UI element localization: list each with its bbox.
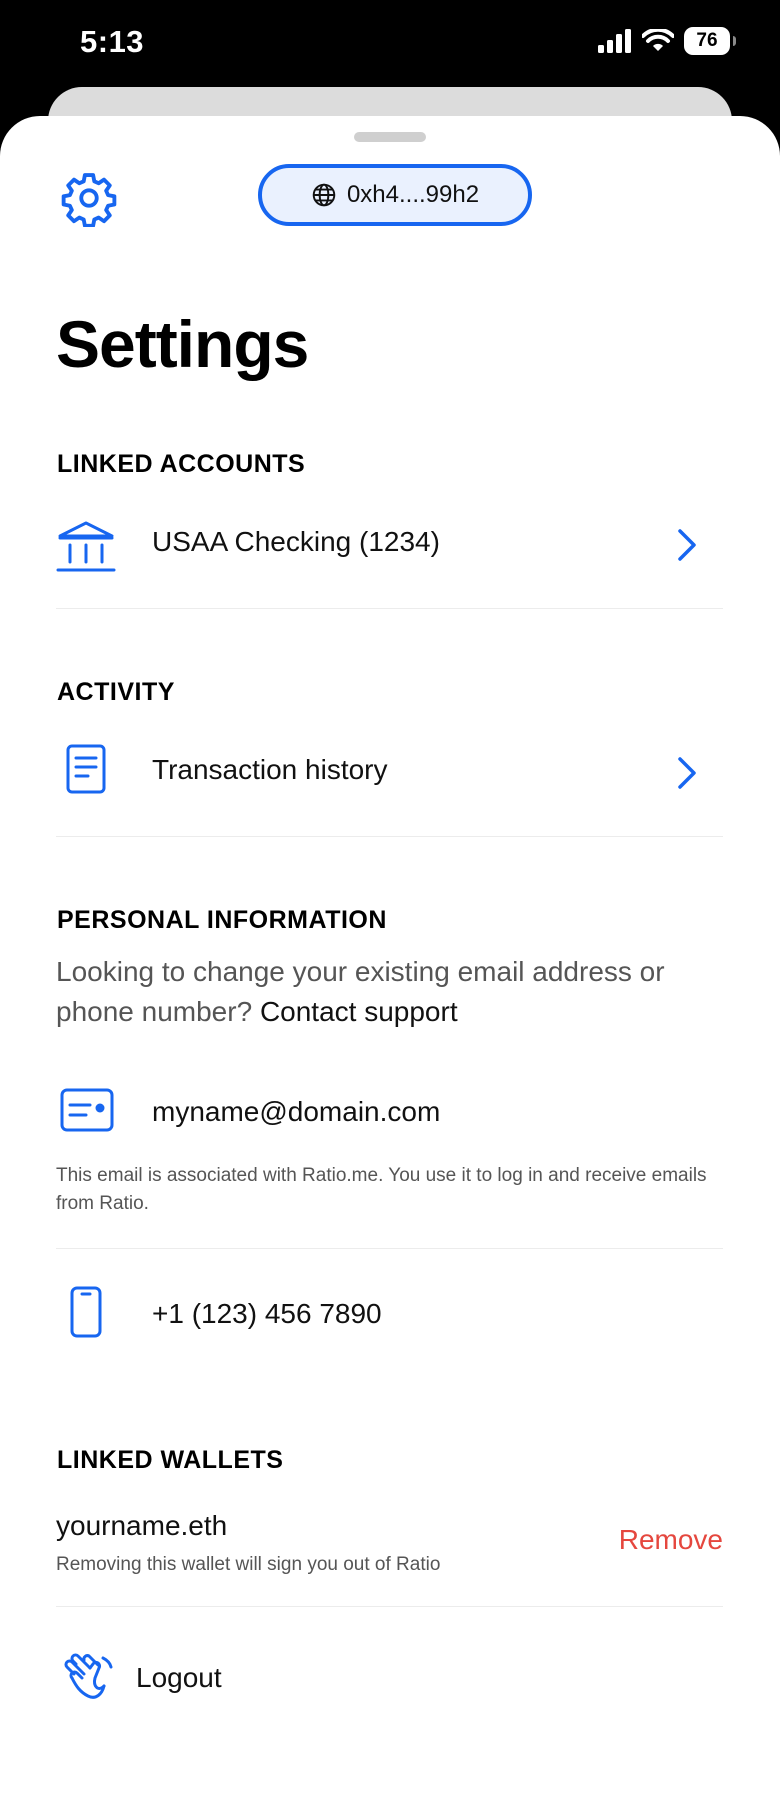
- activity-header: ACTIVITY: [57, 678, 175, 706]
- divider: [56, 608, 723, 609]
- transaction-history-row[interactable]: Transaction history: [56, 744, 723, 834]
- battery-indicator: 76: [684, 27, 736, 55]
- divider: [56, 836, 723, 837]
- transaction-history-label: Transaction history: [152, 754, 388, 785]
- bank-icon: [56, 521, 116, 572]
- status-time: 5:13: [80, 24, 145, 59]
- phone-value: +1 (123) 456 7890: [152, 1298, 382, 1329]
- linked-accounts-header: LINKED ACCOUNTS: [57, 450, 306, 478]
- phone-icon: [70, 1286, 102, 1338]
- page-title: Settings: [56, 307, 309, 381]
- phone-row: +1 (123) 456 7890: [56, 1286, 723, 1346]
- divider: [56, 1248, 723, 1249]
- linked-account-row[interactable]: USAA Checking (1234): [56, 516, 723, 606]
- remove-wallet-button[interactable]: Remove: [619, 1524, 723, 1556]
- waving-hand-icon: [64, 1653, 113, 1699]
- gear-icon: [61, 173, 117, 228]
- email-note: This email is associated with Ratio.me. …: [56, 1165, 707, 1214]
- wallet-note: Removing this wallet will sign you out o…: [56, 1554, 441, 1575]
- status-icons: 76: [598, 27, 736, 55]
- linked-account-label: USAA Checking (1234): [152, 526, 440, 557]
- wallet-address-pill[interactable]: 0xh4....99h2: [258, 164, 532, 226]
- chevron-right-icon: [678, 529, 696, 561]
- contact-support-link[interactable]: Contact support: [260, 996, 458, 1027]
- wifi-icon: [642, 29, 674, 51]
- settings-button[interactable]: [60, 169, 118, 228]
- sheet-grabber[interactable]: [354, 132, 426, 142]
- email-row: myname@domain.com: [56, 1084, 723, 1144]
- logout-button[interactable]: Logout: [56, 1646, 723, 1716]
- document-icon: [66, 744, 106, 794]
- email-value: myname@domain.com: [152, 1096, 441, 1127]
- logout-label: Logout: [136, 1662, 222, 1693]
- globe-icon: [312, 183, 336, 207]
- id-card-icon: [60, 1088, 114, 1132]
- settings-sheet: 0xh4....99h2 Settings LINKED ACCOUNTS US…: [0, 116, 780, 1796]
- chevron-right-icon: [678, 757, 696, 789]
- personal-info-description: Looking to change your existing email ad…: [56, 952, 726, 1032]
- wallet-name: yourname.eth: [56, 1510, 228, 1541]
- divider: [56, 1606, 723, 1607]
- cellular-signal-icon: [598, 29, 631, 53]
- status-bar: 5:13 76: [0, 0, 780, 90]
- linked-wallets-header: LINKED WALLETS: [57, 1446, 284, 1474]
- wallet-address: 0xh4....99h2: [346, 181, 480, 208]
- personal-information-header: PERSONAL INFORMATION: [57, 906, 387, 934]
